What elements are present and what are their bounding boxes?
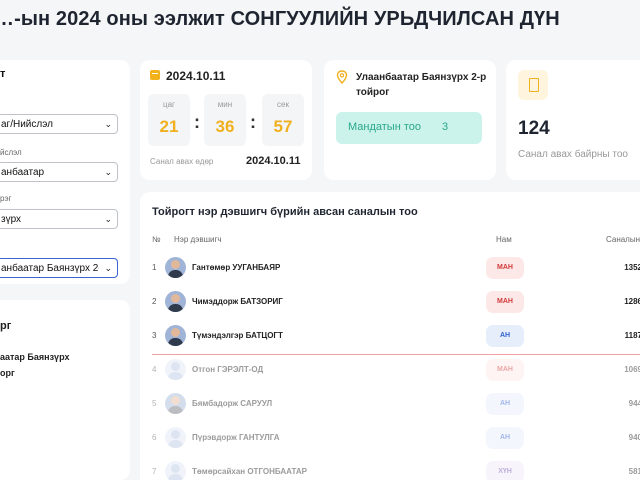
city-select[interactable]: анбаатар ⌄ xyxy=(0,162,118,182)
party-badge: МАН xyxy=(486,291,524,313)
row-number: 4 xyxy=(152,365,157,374)
party-badge: АН xyxy=(486,427,524,449)
voting-day-value: 2024.10.11 xyxy=(246,155,301,167)
seconds-value: 57 xyxy=(273,117,293,136)
constituency-select[interactable]: анбаатар Баянзүрх 2-р ⌄ xyxy=(0,258,118,278)
province-select-value: аг/Нийслэл xyxy=(1,119,53,130)
minutes-box: мин 36 xyxy=(204,94,246,146)
candidate-name: Гантөмөр УУГАНБАЯР xyxy=(192,263,281,272)
candidate-name: Чимэддорж БАТЗОРИГ xyxy=(192,297,283,306)
constituency-select-value: анбаатар Баянзүрх 2-р xyxy=(1,263,99,274)
party-badge: ХҮН xyxy=(486,461,524,480)
time-separator: : xyxy=(194,112,200,132)
table-row[interactable]: 4 Отгон ГЭРЭЛТ-ОД МАН 1069 xyxy=(140,354,640,388)
vote-count: 1286 xyxy=(624,297,640,306)
vote-count: 1352 xyxy=(624,263,640,272)
candidate-name: Бямбадорж САРУУЛ xyxy=(192,399,273,408)
chevron-down-icon: ⌄ xyxy=(104,119,112,129)
row-number: 5 xyxy=(152,399,157,408)
results-title: Тойрогт нэр дэвшигч бүрийн авсан саналын… xyxy=(152,206,418,218)
results-table-card: Тойрогт нэр дэвшигч бүрийн авсан саналын… xyxy=(140,192,640,480)
hours-box: цаг 21 xyxy=(148,94,190,146)
col-header-num: № xyxy=(152,235,161,244)
party-badge: МАН xyxy=(486,257,524,279)
party-badge: АН xyxy=(486,393,524,415)
district-name: Улаанбаатар Баянзүрх 2-р тойрог xyxy=(356,72,487,98)
info-heading: рг xyxy=(0,320,12,332)
candidate-name: Түмэндэлгэр БАТЦОГТ xyxy=(192,331,283,340)
filter-heading: т xyxy=(0,68,6,80)
city-select-value: анбаатар xyxy=(1,167,45,178)
polling-stations-label: Санал авах байрны тоо xyxy=(518,149,628,160)
row-number: 7 xyxy=(152,467,157,476)
candidate-photo xyxy=(165,291,186,312)
row-number: 1 xyxy=(152,263,157,272)
col-header-party: Нам xyxy=(496,235,512,244)
table-row[interactable]: 6 Пүрэвдорж ГАНТУЛГА АН 940 xyxy=(140,422,640,456)
candidate-photo xyxy=(165,325,186,346)
page-title: …-ын 2024 оны ээлжит СОНГУУЛИЙН УРЬДЧИЛС… xyxy=(0,8,560,30)
divider xyxy=(152,354,640,355)
ballot-box-icon xyxy=(518,70,548,100)
mandate-box: Мандатын тоо 3 xyxy=(336,112,482,144)
col-header-name: Нэр дэвшигч xyxy=(174,235,222,244)
table-row[interactable]: 5 Бямбадорж САРУУЛ АН 944 xyxy=(140,388,640,422)
seconds-box: сек 57 xyxy=(262,94,304,146)
constituency-info-card: рг аатар Баянзүрх орг xyxy=(0,300,130,480)
mandate-value: 3 xyxy=(442,121,449,133)
calendar-icon xyxy=(150,70,160,80)
candidate-name: Пүрэвдорж ГАНТУЛГА xyxy=(192,433,280,442)
info-line: орг xyxy=(0,368,15,378)
seconds-label: сек xyxy=(277,100,289,109)
vote-count: 1069 xyxy=(624,365,640,374)
district-card: Улаанбаатар Баянзүрх 2-р тойрог Мандатын… xyxy=(324,60,496,180)
vote-count: 581 xyxy=(628,467,640,476)
avatar-placeholder-icon xyxy=(165,359,186,380)
table-row[interactable]: 1 Гантөмөр УУГАНБАЯР МАН 1352 xyxy=(140,252,640,286)
district-select-value: зүрх xyxy=(1,214,22,225)
map-pin-icon xyxy=(336,70,348,84)
district-label: рэг xyxy=(0,194,12,203)
minutes-label: мин xyxy=(217,100,233,109)
countdown-card: 2024.10.11 цаг 21 : мин 36 : сек 57 Сана… xyxy=(140,60,312,180)
party-badge: МАН xyxy=(486,359,524,381)
candidate-photo xyxy=(165,257,186,278)
district-select[interactable]: зүрх ⌄ xyxy=(0,209,118,229)
row-number: 6 xyxy=(152,433,157,442)
hours-label: цаг xyxy=(163,100,175,109)
chevron-down-icon: ⌄ xyxy=(104,167,112,177)
hours-value: 21 xyxy=(159,117,179,136)
minutes-value: 36 xyxy=(215,117,235,136)
voting-day-label: Санал авах өдөр xyxy=(150,157,214,166)
table-row[interactable]: 3 Түмэндэлгэр БАТЦОГТ АН 1187 xyxy=(140,320,640,354)
province-select[interactable]: аг/Нийслэл ⌄ xyxy=(0,114,118,134)
row-number: 2 xyxy=(152,297,157,306)
row-number: 3 xyxy=(152,331,157,340)
candidate-photo xyxy=(165,393,186,414)
avatar-placeholder-icon xyxy=(165,427,186,448)
candidate-name: Отгон ГЭРЭЛТ-ОД xyxy=(192,365,264,374)
chevron-down-icon: ⌄ xyxy=(104,214,112,224)
table-row[interactable]: 7 Төмөрсайхан ОТГОНБААТАР ХҮН 581 xyxy=(140,456,640,480)
party-badge: АН xyxy=(486,325,524,347)
polling-stations-card: 124 Санал авах байрны тоо xyxy=(506,60,640,180)
mandate-label: Мандатын тоо xyxy=(348,121,421,133)
current-date: 2024.10.11 xyxy=(166,69,226,83)
col-header-votes: Саналын xyxy=(606,235,640,244)
polling-stations-count: 124 xyxy=(518,118,550,139)
vote-count: 1187 xyxy=(624,331,640,340)
vote-count: 940 xyxy=(628,433,640,442)
table-row[interactable]: 2 Чимэддорж БАТЗОРИГ МАН 1286 xyxy=(140,286,640,320)
time-separator: : xyxy=(250,112,256,132)
info-line: аатар Баянзүрх xyxy=(0,352,70,362)
avatar-placeholder-icon xyxy=(165,461,186,480)
filter-card: т аг/Нийслэл ⌄ йслэл анбаатар ⌄ рэг зүрх… xyxy=(0,60,130,284)
candidate-name: Төмөрсайхан ОТГОНБААТАР xyxy=(192,467,307,476)
chevron-down-icon: ⌄ xyxy=(104,263,112,273)
vote-count: 944 xyxy=(628,399,640,408)
city-label: йслэл xyxy=(0,148,22,157)
